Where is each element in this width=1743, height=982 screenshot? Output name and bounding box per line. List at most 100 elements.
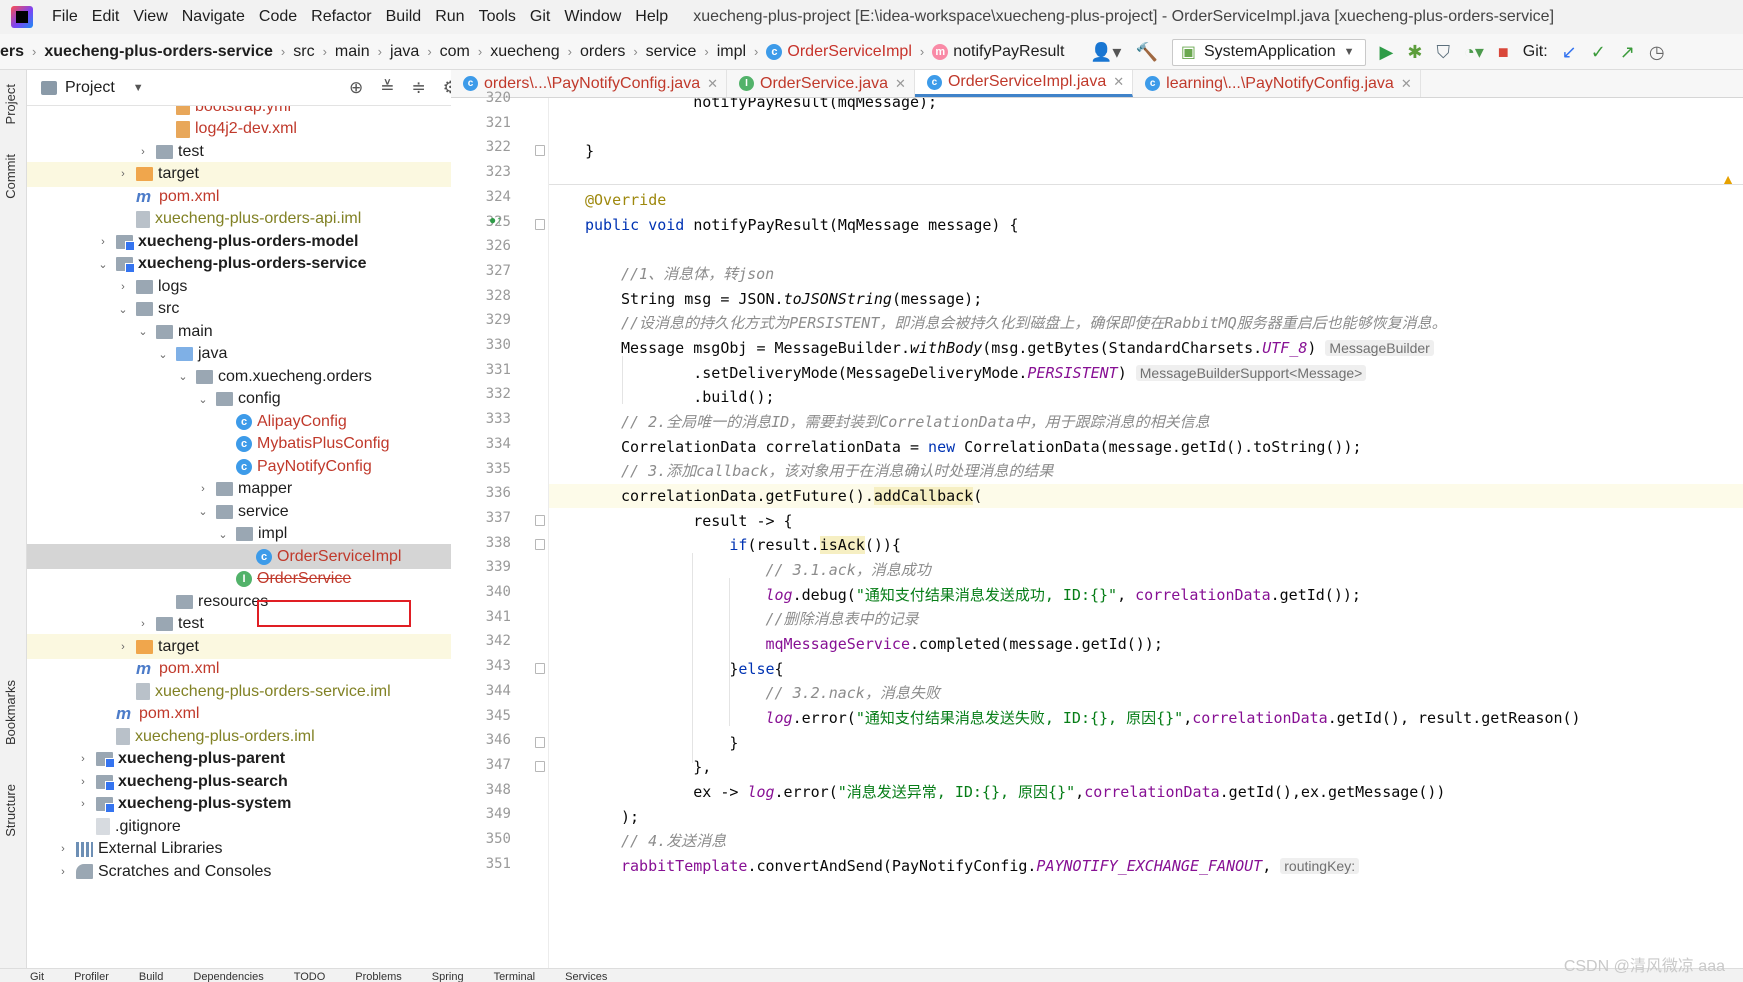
fold-marker-icon[interactable] (535, 515, 545, 526)
chevron-right-icon[interactable]: › (116, 168, 130, 180)
stop-icon[interactable]: ■ (1498, 34, 1509, 70)
tool-profiler[interactable]: Profiler (74, 969, 109, 982)
close-icon[interactable]: ✕ (1401, 76, 1412, 92)
tree-item[interactable]: c OrderServiceImpl (27, 544, 501, 569)
tab-orderserviceimpl[interactable]: c OrderServiceImpl.java ✕ (914, 70, 1134, 97)
project-tool-button[interactable]: Project (3, 84, 18, 124)
breadcrumb-item[interactable]: main › (335, 43, 390, 61)
chevron-right-icon[interactable]: › (136, 146, 150, 158)
git-push-icon[interactable]: ↗ (1620, 34, 1635, 70)
tree-item[interactable]: ⌄ src (27, 297, 501, 322)
chevron-down-icon[interactable]: ⌄ (196, 393, 210, 406)
locate-icon[interactable]: ⊕ (349, 78, 363, 98)
chevron-right-icon[interactable]: › (76, 798, 90, 810)
project-panel-title[interactable]: Project (65, 79, 115, 97)
breadcrumb-item[interactable]: orders › (580, 43, 646, 61)
chevron-right-icon[interactable]: › (136, 618, 150, 630)
menu-window[interactable]: Window (557, 0, 628, 34)
tree-item[interactable]: m pom.xml (27, 702, 501, 727)
tree-item[interactable]: c MybatisPlusConfig (27, 432, 501, 457)
chevron-down-icon[interactable]: ⌄ (136, 325, 150, 338)
chevron-right-icon[interactable]: › (116, 641, 130, 653)
git-commit-icon[interactable]: ✓ (1591, 34, 1606, 70)
tree-item[interactable]: .gitignore (27, 814, 501, 839)
breadcrumb-item[interactable]: ers › (0, 43, 44, 61)
tool-spring[interactable]: Spring (432, 969, 464, 982)
tree-item[interactable]: log4j2-dev.xml (27, 117, 501, 142)
coverage-icon[interactable]: ⛉ (1436, 34, 1450, 70)
chevron-down-icon[interactable]: ⌄ (216, 528, 230, 541)
chevron-right-icon[interactable]: › (116, 281, 130, 293)
tree-item[interactable]: ⌄ service (27, 499, 501, 524)
chevron-down-icon[interactable]: ⌄ (96, 258, 110, 271)
chevron-down-icon[interactable]: ⌄ (176, 370, 190, 383)
menu-help[interactable]: Help (628, 0, 675, 34)
tool-build[interactable]: Build (139, 969, 163, 982)
history-icon[interactable]: ◷ (1649, 34, 1665, 70)
fold-marker-icon[interactable] (535, 219, 545, 230)
menu-navigate[interactable]: Navigate (175, 0, 252, 34)
commit-tool-button[interactable]: Commit (3, 154, 18, 199)
user-icon[interactable]: 👤▾ (1090, 34, 1121, 70)
debug-icon[interactable]: ✱ (1407, 34, 1422, 70)
menu-run[interactable]: Run (428, 0, 471, 34)
tree-item[interactable]: ⌄ java (27, 342, 501, 367)
warning-icon[interactable]: ▲ (1721, 171, 1735, 187)
tool-dependencies[interactable]: Dependencies (193, 969, 263, 982)
tree-item[interactable]: resources (27, 589, 501, 614)
breadcrumb-class[interactable]: c OrderServiceImpl › (766, 43, 932, 61)
chevron-right-icon[interactable]: › (56, 843, 70, 855)
breadcrumb-item[interactable]: xuecheng › (490, 43, 580, 61)
chevron-right-icon[interactable]: › (76, 753, 90, 765)
chevron-right-icon[interactable]: › (196, 483, 210, 495)
menu-code[interactable]: Code (252, 0, 304, 34)
tree-item[interactable]: xuecheng-plus-orders-service.iml (27, 679, 501, 704)
breadcrumb-item[interactable]: service › (646, 43, 717, 61)
breadcrumb-item[interactable]: xuecheng-plus-orders-service › (44, 43, 293, 61)
git-update-icon[interactable]: ↙ (1562, 34, 1577, 70)
tool-problems[interactable]: Problems (355, 969, 401, 982)
run-configuration-select[interactable]: ▣ SystemApplication ▼ (1171, 38, 1366, 66)
tab-learning-paynotifyconfig[interactable]: c learning\...\PayNotifyConfig.java ✕ (1133, 70, 1421, 97)
tree-item[interactable]: ⌄ impl (27, 522, 501, 547)
hammer-icon[interactable]: 🔨 (1135, 34, 1157, 70)
fold-marker-icon[interactable] (535, 663, 545, 674)
menu-view[interactable]: View (126, 0, 174, 34)
menu-file[interactable]: File (45, 0, 85, 34)
close-icon[interactable]: ✕ (895, 76, 906, 92)
tree-item[interactable]: › xuecheng-plus-search (27, 769, 501, 794)
fold-marker-icon[interactable] (535, 145, 545, 156)
fold-marker-icon[interactable] (535, 737, 545, 748)
breadcrumb-method[interactable]: m notifyPayResult (932, 43, 1064, 61)
tree-item[interactable]: › xuecheng-plus-system (27, 792, 501, 817)
breadcrumb-item[interactable]: impl › (717, 43, 767, 61)
tree-item[interactable]: › target (27, 161, 501, 187)
expand-all-icon[interactable]: ≚ (380, 78, 394, 98)
override-marker-icon[interactable]: ●↑ (489, 213, 502, 227)
tool-terminal[interactable]: Terminal (494, 969, 536, 982)
tree-item[interactable]: c PayNotifyConfig (27, 454, 501, 479)
tree-item[interactable]: ⌄ main (27, 319, 501, 344)
code-area[interactable]: notifyPayResult(mqMessage); } @Override … (549, 98, 1743, 968)
tree-item[interactable]: ⌄ config (27, 387, 501, 412)
fold-marker-icon[interactable] (535, 539, 545, 550)
breadcrumb-item[interactable]: com › (440, 43, 491, 61)
bookmarks-tool-button[interactable]: Bookmarks (3, 680, 18, 745)
chevron-down-icon[interactable]: ⌄ (156, 348, 170, 361)
close-icon[interactable]: ✕ (707, 76, 718, 92)
menu-git[interactable]: Git (523, 0, 557, 34)
breadcrumb-item[interactable]: src › (293, 43, 335, 61)
tree-item[interactable]: I OrderService (27, 567, 501, 592)
tree-item[interactable]: › test (27, 612, 501, 637)
structure-tool-button[interactable]: Structure (3, 784, 18, 837)
tree-item[interactable]: ⌄ xuecheng-plus-orders-service (27, 252, 501, 277)
tree-item[interactable]: › Scratches and Consoles (27, 859, 501, 884)
tree-item[interactable]: xuecheng-plus-orders-api.iml (27, 207, 501, 232)
tree-item[interactable]: › target (27, 634, 501, 659)
menu-build[interactable]: Build (379, 0, 429, 34)
tab-orderservice[interactable]: I OrderService.java ✕ (727, 70, 915, 97)
chevron-right-icon[interactable]: › (96, 236, 110, 248)
tree-item[interactable]: › External Libraries (27, 837, 501, 862)
fold-marker-icon[interactable] (535, 761, 545, 772)
chevron-down-icon[interactable]: ⌄ (196, 505, 210, 518)
